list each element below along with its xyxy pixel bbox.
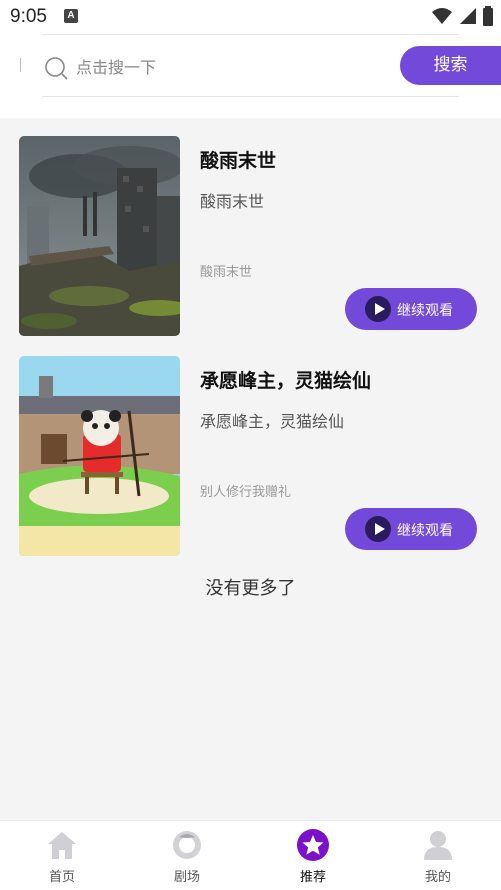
- nav-label: 推荐: [299, 870, 326, 885]
- drama-subtitle: 酸雨末世: [200, 192, 265, 211]
- drama-description: 酸雨末世: [200, 265, 253, 280]
- divider: [20, 58, 21, 72]
- button-label: 继续观看: [397, 523, 453, 539]
- status-icons: [431, 6, 493, 26]
- play-icon: [365, 296, 391, 322]
- nav-label: 我的: [424, 870, 451, 885]
- search-button[interactable]: 搜索: [400, 46, 501, 85]
- drama-title: 酸雨末世: [200, 150, 277, 172]
- wifi-icon: [432, 8, 452, 24]
- nav-item-theater[interactable]: 剧场: [147, 821, 227, 890]
- continue-watching-button[interactable]: 继续观看: [345, 288, 477, 330]
- end-of-list-text: 没有更多了: [205, 578, 296, 599]
- button-label: 继续观看: [397, 303, 453, 319]
- theater-icon: [173, 831, 201, 859]
- nav-item-home[interactable]: 首页: [22, 821, 102, 890]
- bottom-nav: 首页 剧场 推荐 我的: [0, 820, 501, 890]
- divider: [42, 96, 459, 97]
- drama-description: 别人修行我赠礼: [200, 485, 292, 500]
- drama-title: 承愿峰主，灵猫绘仙: [200, 370, 372, 392]
- search-input[interactable]: [76, 54, 376, 80]
- continue-watching-button[interactable]: 继续观看: [345, 508, 477, 550]
- search-icon: [45, 57, 68, 80]
- nav-item-recommend[interactable]: 推荐: [273, 821, 353, 890]
- nav-label: 首页: [48, 870, 75, 885]
- list-item[interactable]: 酸雨末世 酸雨末世 酸雨末世 继续观看: [0, 136, 501, 338]
- star-icon: [297, 829, 329, 861]
- drama-subtitle: 承愿峰主，灵猫绘仙: [200, 412, 345, 431]
- battery-icon: [483, 6, 493, 26]
- list-item[interactable]: 承愿峰主，灵猫绘仙 承愿峰主，灵猫绘仙 别人修行我赠礼 继续观看: [0, 356, 501, 558]
- status-time: 9:05: [10, 6, 47, 27]
- nav-item-profile[interactable]: 我的: [398, 821, 478, 890]
- play-icon: [365, 516, 391, 542]
- nav-label: 剧场: [173, 870, 200, 885]
- notification-icon: A: [64, 9, 78, 23]
- profile-icon: [424, 831, 452, 860]
- signal-icon: [460, 8, 476, 24]
- home-icon: [48, 832, 76, 859]
- cover-image[interactable]: [19, 136, 180, 336]
- divider: [42, 34, 459, 35]
- cover-image[interactable]: [19, 356, 180, 556]
- status-bar: 9:05 A: [0, 0, 501, 34]
- search-bar: 搜索: [0, 34, 501, 118]
